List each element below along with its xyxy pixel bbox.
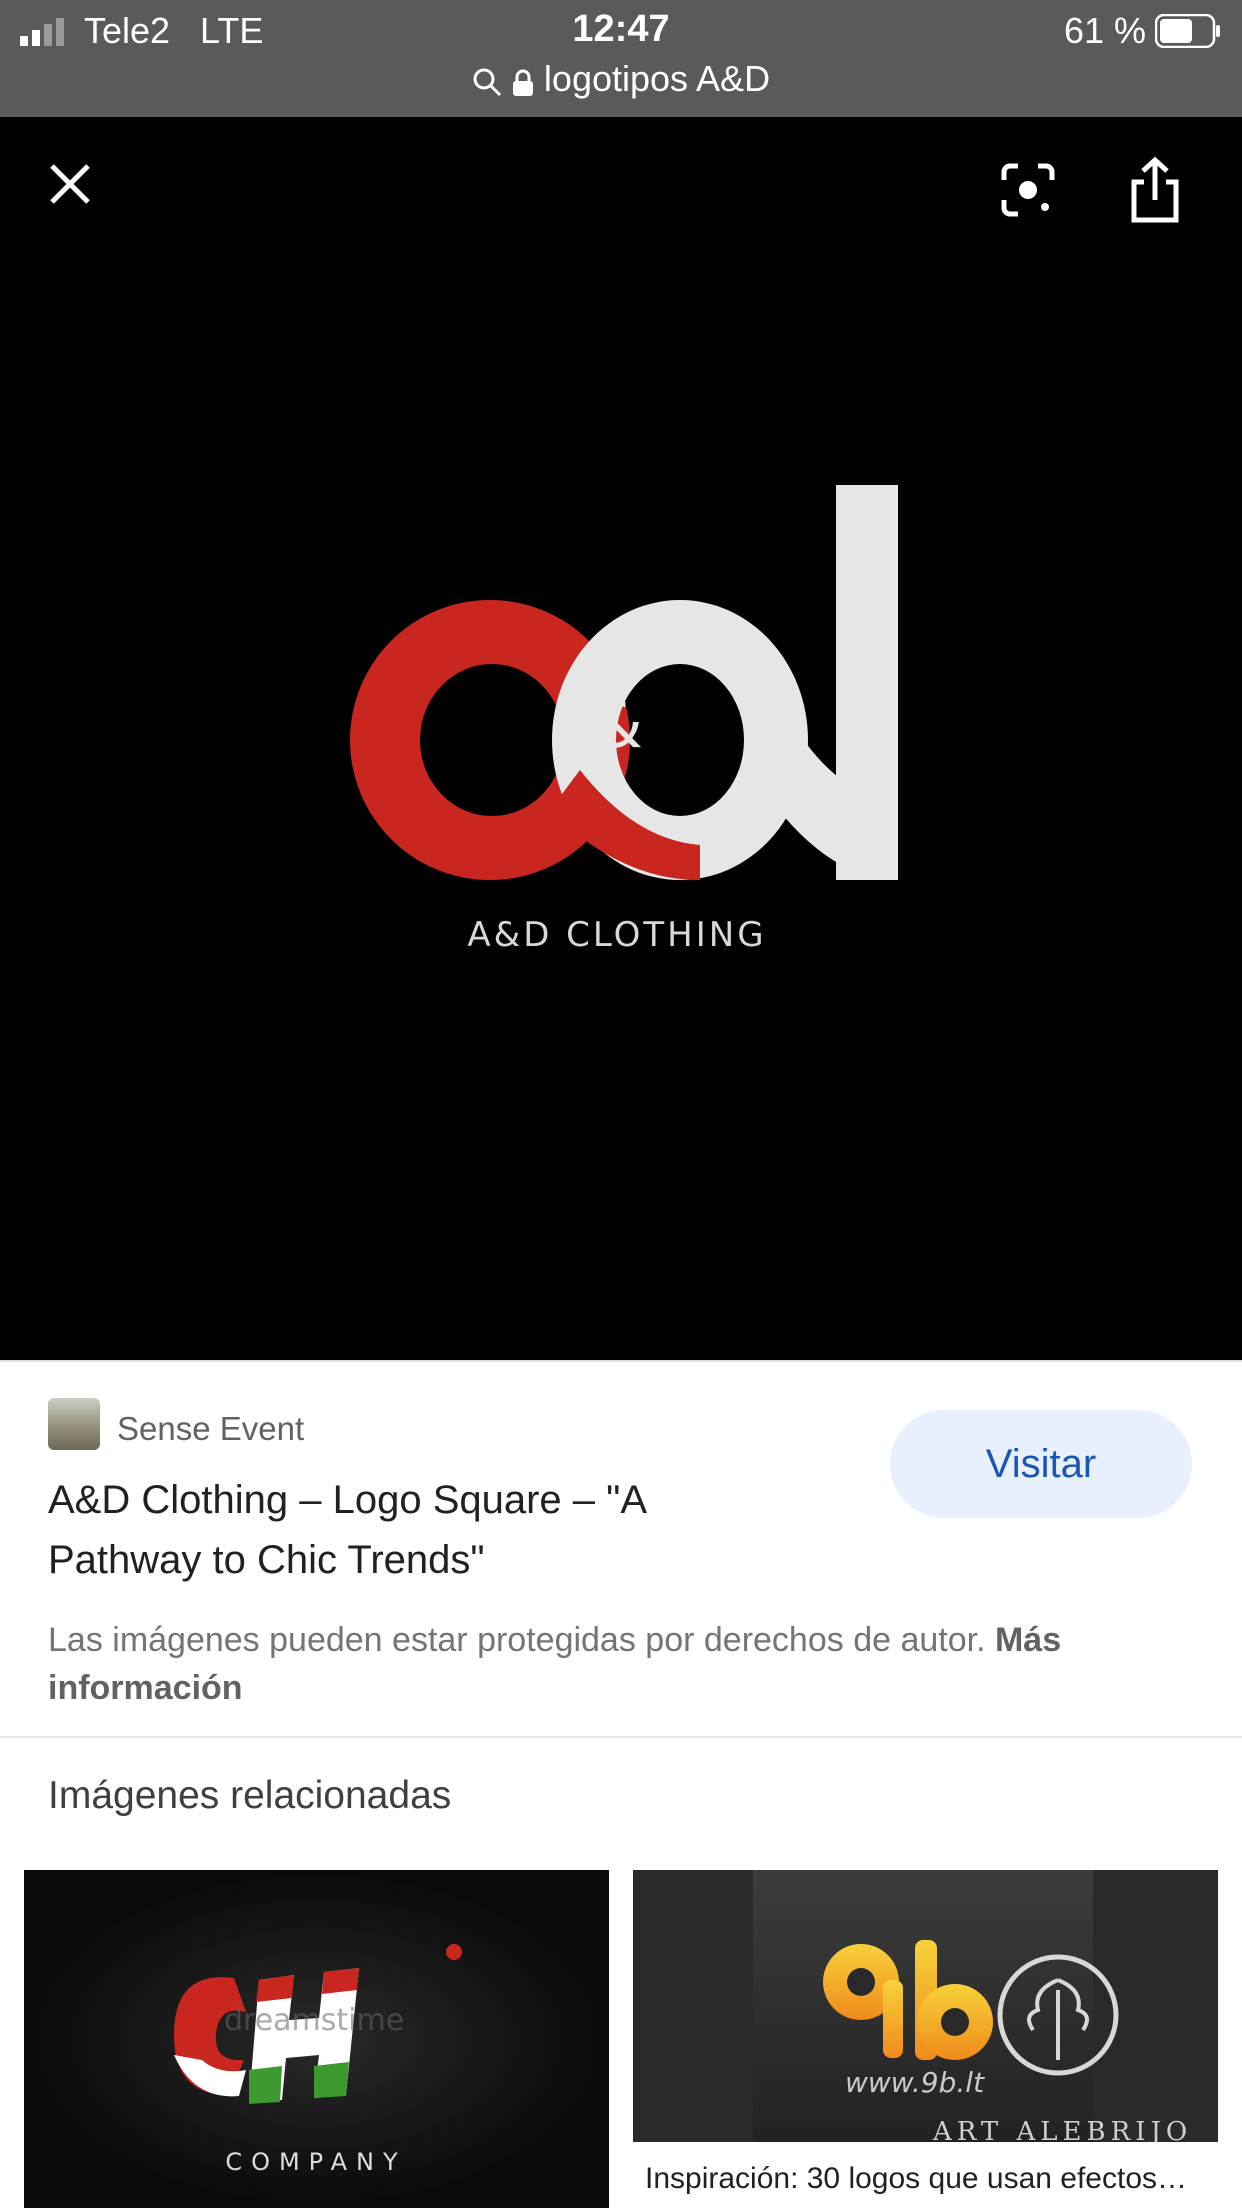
logo-wordmark: A&D CLOTHING: [467, 915, 766, 955]
battery-percent: 61 %: [1064, 10, 1147, 51]
9b-sub-text: ART ALEBRIJO: [932, 2117, 1192, 2142]
result-title[interactable]: A&D Clothing – Logo Square – "A Pathway …: [48, 1470, 748, 1590]
battery-icon: [1155, 14, 1220, 48]
9b-url-text: www.9b.lt: [845, 2066, 985, 2099]
lens-icon[interactable]: [1000, 162, 1056, 218]
related-caption-text: Inspiración: 30 logos que usan efectos…: [645, 2162, 1188, 2195]
copyright-text: Las imágenes pueden estar protegidas por…: [48, 1621, 986, 1659]
divider: [0, 1736, 1242, 1738]
source-favicon[interactable]: [48, 1398, 100, 1450]
related-caption-2[interactable]: Inspiración: 30 logos que usan efectos…: [633, 2142, 1218, 2208]
search-icon: [473, 68, 501, 97]
share-icon[interactable]: [1128, 156, 1182, 224]
url-query: logotipos A&D: [543, 58, 771, 99]
lock-icon: [512, 69, 533, 96]
ch-company-text: COMPANY: [225, 2148, 406, 2176]
ch-company-logo: dreamstime COMPANY: [174, 1944, 462, 2176]
clock: 12:47: [572, 8, 670, 50]
source-name[interactable]: Sense Event: [117, 1410, 304, 1448]
watermark-text: dreamstime: [224, 2003, 404, 2038]
copyright-notice: Las imágenes pueden estar protegidas por…: [48, 1616, 1198, 1712]
related-heading: Imágenes relacionadas: [48, 1774, 452, 1817]
close-icon[interactable]: [48, 162, 92, 206]
9b-logo: www.9b.lt ART ALEBRIJO: [823, 1940, 1192, 2142]
related-image-2[interactable]: www.9b.lt ART ALEBRIJO: [633, 1870, 1218, 2142]
related-image-1[interactable]: dreamstime COMPANY: [24, 1870, 609, 2208]
logo-ampersand: &: [593, 689, 643, 763]
status-bar: Tele2 LTE 12:47 61 % logotipos A&D: [0, 0, 1242, 117]
ad-clothing-logo: & A&D CLOTHING: [349, 485, 898, 955]
visit-button[interactable]: Visitar: [890, 1410, 1192, 1518]
url-bar[interactable]: logotipos A&D: [0, 58, 1242, 104]
